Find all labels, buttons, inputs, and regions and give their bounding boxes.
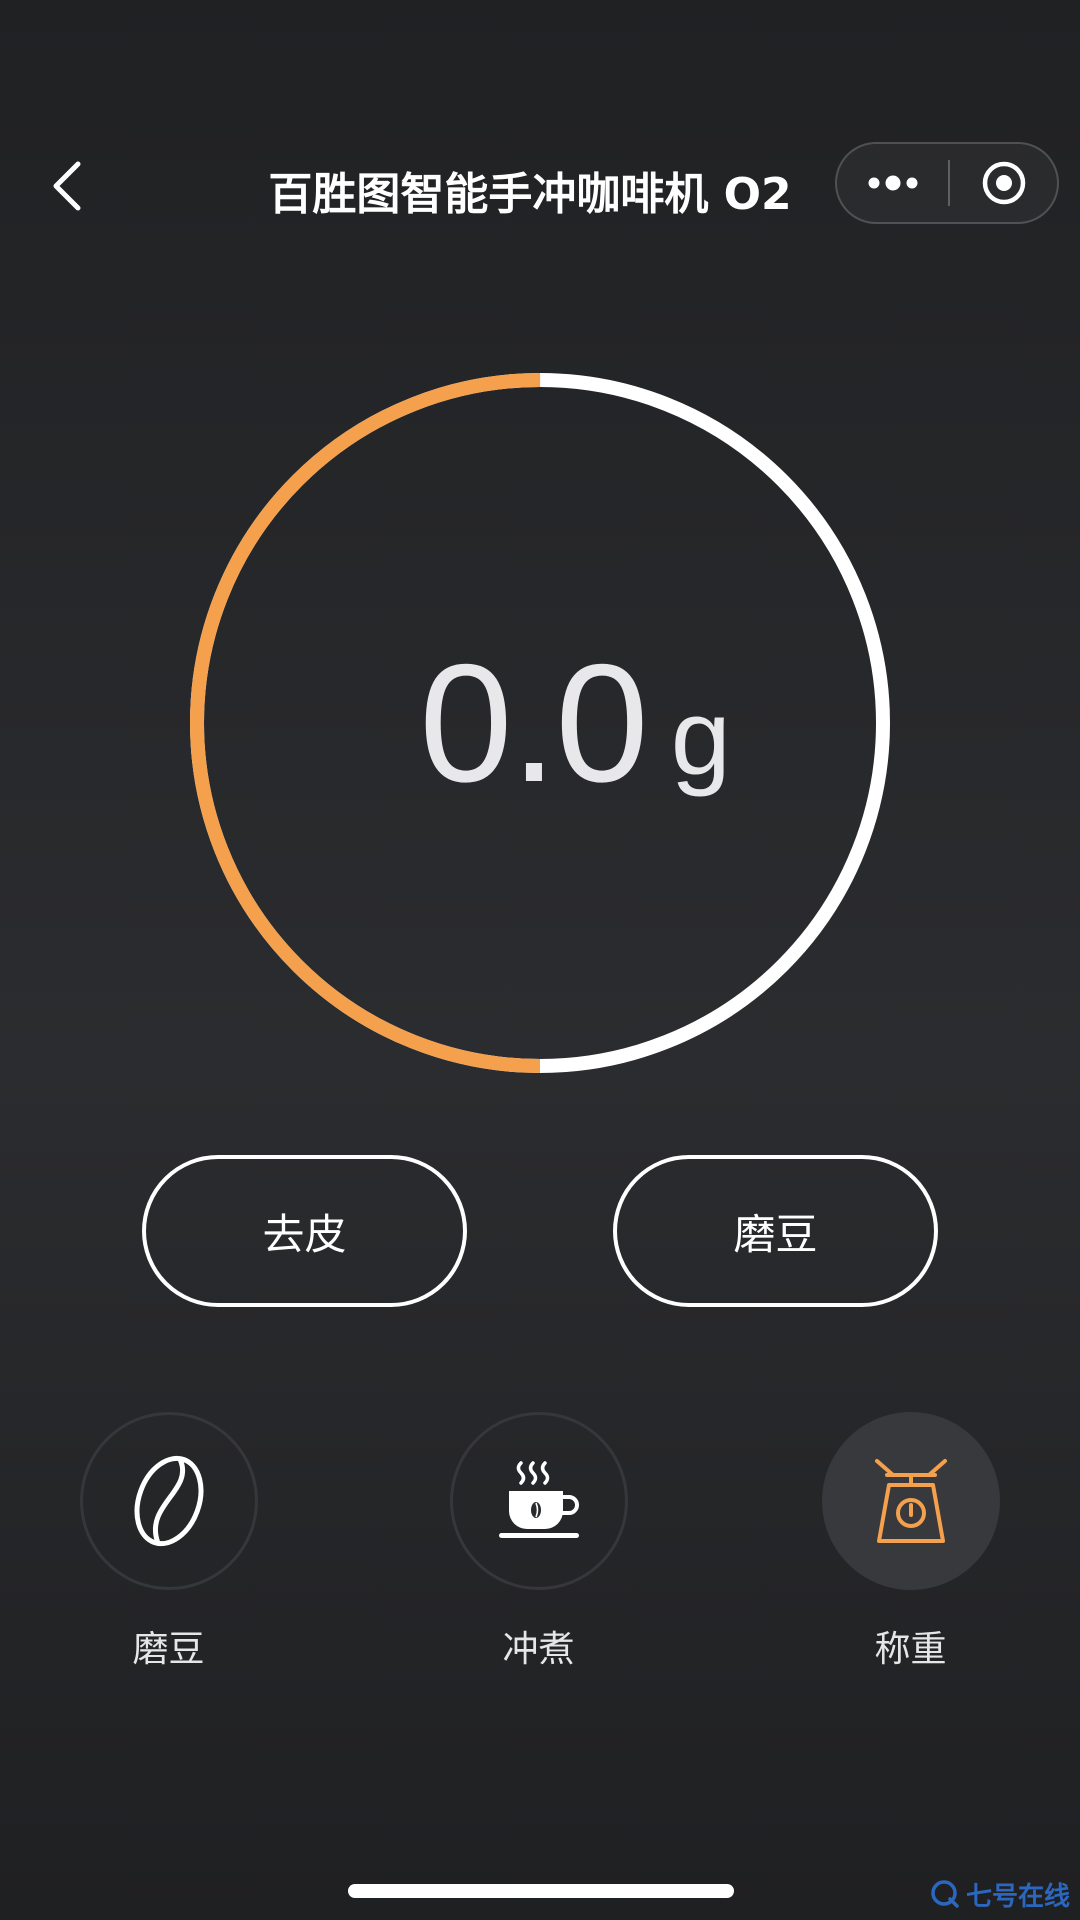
grind-button[interactable]: 磨豆 [613,1155,938,1307]
weight-unit: g [670,675,731,797]
mode-weigh[interactable]: 称重 [818,1412,1003,1672]
watermark: 七号在线 [930,1876,1070,1912]
mode-brew-label: 冲煮 [502,1629,575,1670]
mode-brew-circle [449,1412,628,1590]
top-navigation-bar: 百胜图智能手冲咖啡机 O2 [0,140,1080,230]
chevron-left-icon [53,161,81,211]
mini-program-capsule [835,142,1059,224]
page-title: 百胜图智能手冲咖啡机 O2 [268,169,792,220]
back-button[interactable] [36,154,100,218]
weight-readout: 0.0 g [185,368,895,1078]
more-button[interactable] [837,144,948,222]
more-dots-icon [868,175,917,191]
home-indicator[interactable] [348,1884,734,1898]
mode-weigh-circle [821,1412,1000,1590]
mode-grind-label: 磨豆 [132,1629,205,1670]
weight-ring: 0.0 g [185,368,895,1078]
target-circle-icon [982,161,1025,205]
watermark-logo-icon [931,1880,959,1908]
weight-value: 0.0 [419,628,649,817]
scale-icon [874,1459,947,1543]
coffee-cup-icon [498,1461,579,1538]
watermark-text: 七号在线 [966,1881,1071,1912]
mode-brew[interactable]: 冲煮 [446,1412,631,1672]
mode-grind-circle [79,1412,258,1590]
close-mini-program-button[interactable] [950,144,1057,222]
mode-weigh-label: 称重 [874,1629,947,1670]
coffee-bean-icon [134,1455,203,1547]
mode-grind[interactable]: 磨豆 [76,1412,261,1672]
tare-button[interactable]: 去皮 [142,1155,467,1307]
